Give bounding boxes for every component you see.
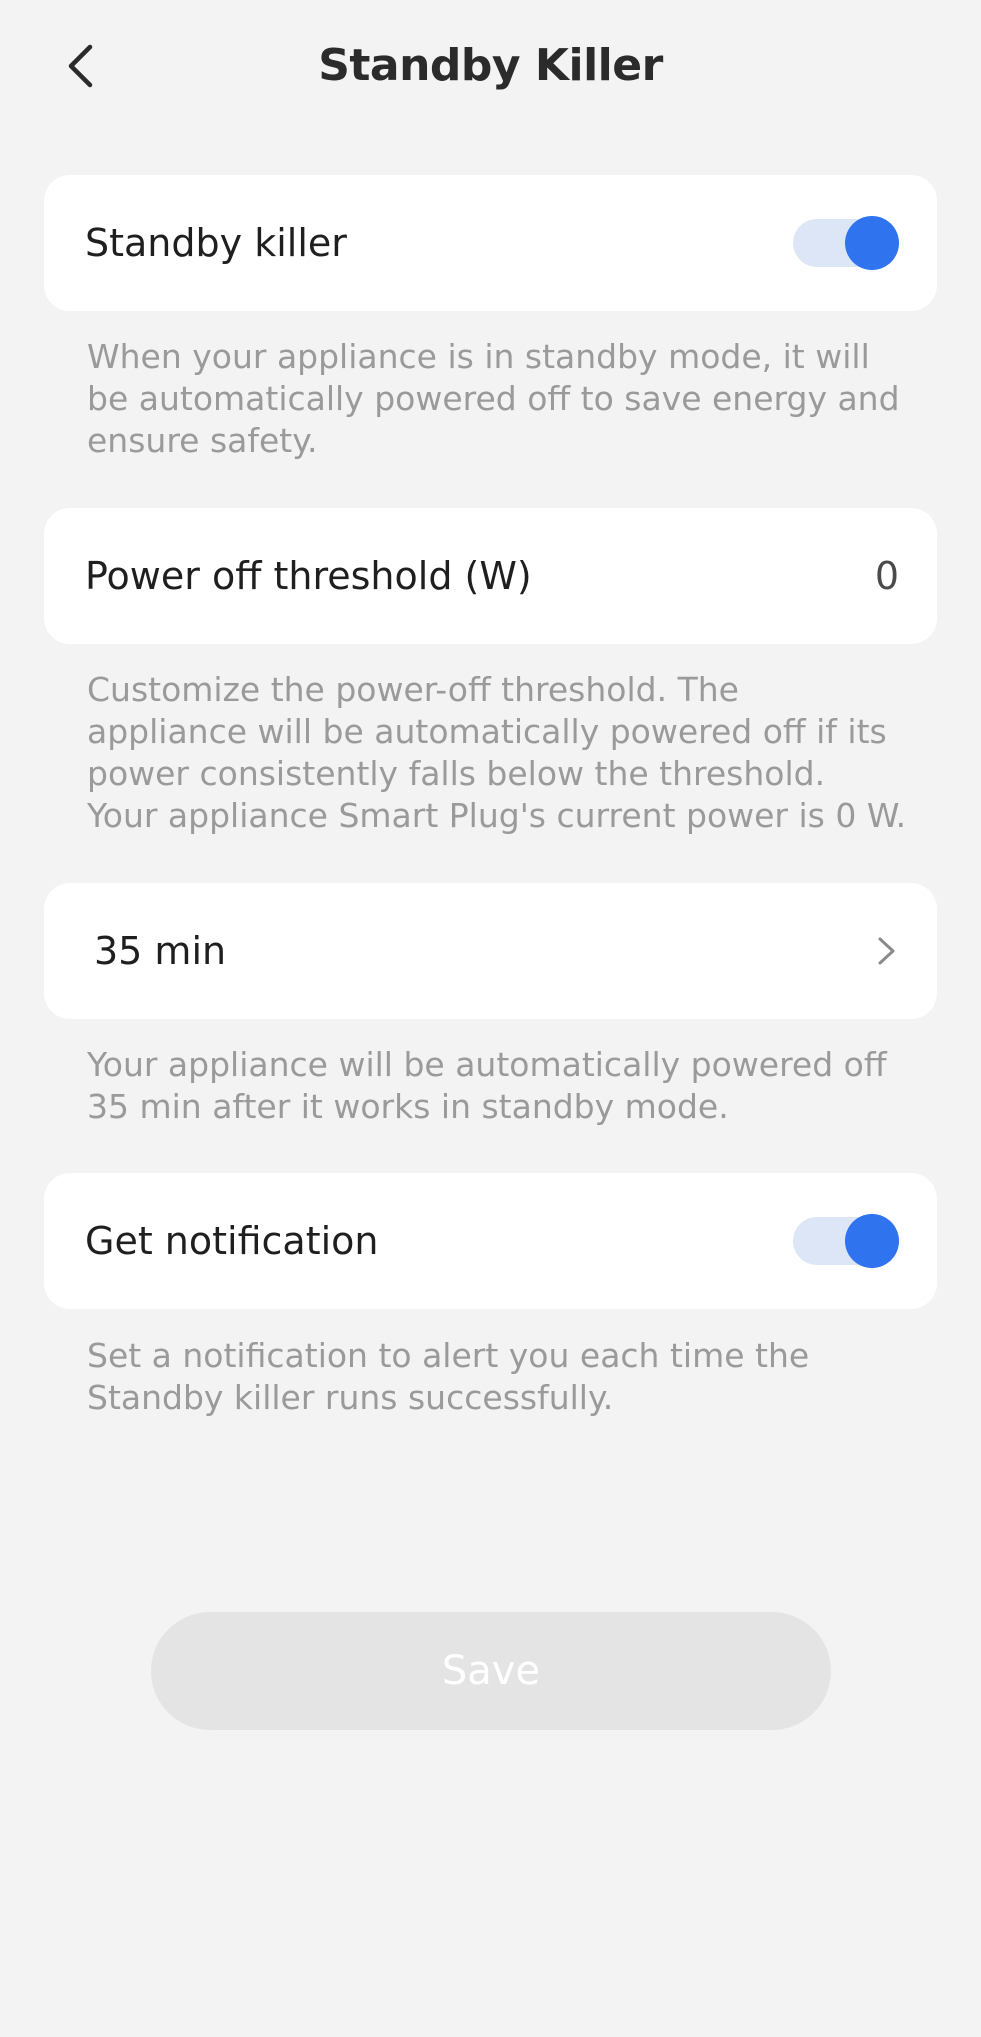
- toggle-knob: [845, 216, 899, 270]
- standby-killer-card: Standby killer: [44, 175, 937, 311]
- threshold-label: Power off threshold (W): [85, 554, 532, 598]
- notification-description: Set a notification to alert you each tim…: [87, 1336, 810, 1417]
- chevron-right-icon: [878, 937, 895, 965]
- threshold-card[interactable]: Power off threshold (W) 0: [44, 508, 937, 644]
- standby-killer-toggle[interactable]: [793, 216, 899, 270]
- standby-killer-label: Standby killer: [85, 221, 347, 265]
- delay-card[interactable]: 35 min: [44, 883, 937, 1019]
- app-header: Standby Killer: [0, 0, 981, 132]
- threshold-description: Customize the power-off threshold. The a…: [87, 669, 907, 837]
- threshold-description-text: Customize the power-off threshold. The a…: [87, 670, 887, 793]
- threshold-value: 0: [874, 554, 899, 598]
- toggle-knob: [845, 1214, 899, 1268]
- delay-label: 35 min: [94, 929, 227, 973]
- delay-description: Your appliance will be automatically pow…: [87, 1045, 887, 1126]
- current-power-text: Your appliance Smart Plug's current powe…: [87, 796, 907, 835]
- notification-card: Get notification: [44, 1173, 937, 1309]
- save-button[interactable]: Save: [151, 1612, 831, 1730]
- page-title: Standby Killer: [318, 40, 663, 91]
- standby-killer-description: When your appliance is in standby mode, …: [87, 337, 900, 460]
- notification-label: Get notification: [85, 1219, 379, 1263]
- notification-toggle[interactable]: [793, 1214, 899, 1268]
